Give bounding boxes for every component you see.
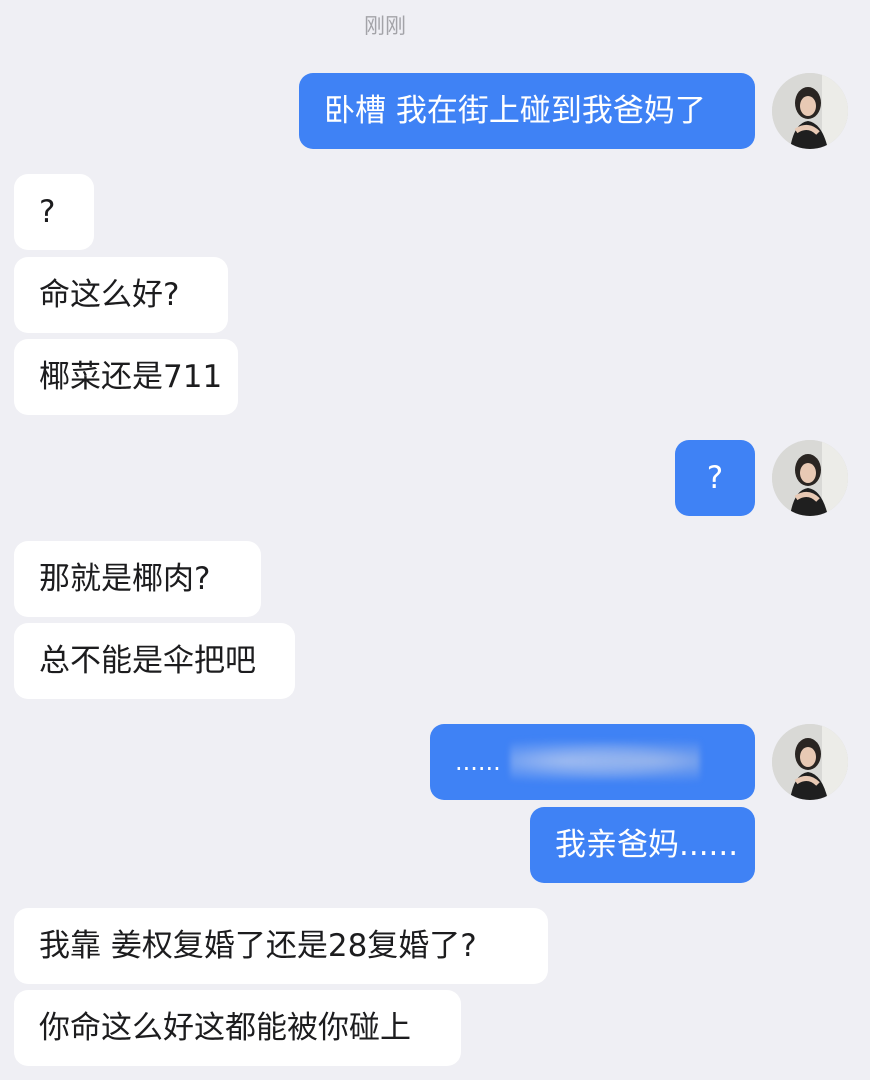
avatar-icon[interactable] <box>772 724 848 800</box>
incoming-message-bubble[interactable]: 那就是椰肉? <box>14 541 261 617</box>
outgoing-message-bubble[interactable]: 我亲爸妈...... <box>530 807 755 883</box>
outgoing-message-bubble[interactable]: ...... <box>430 724 755 800</box>
message-timestamp: 刚刚 <box>364 14 406 38</box>
incoming-message-bubble[interactable]: 我靠 姜权复婚了还是28复婚了? <box>14 908 548 984</box>
outgoing-message-bubble[interactable]: ? <box>675 440 755 516</box>
outgoing-message-bubble[interactable]: 卧槽 我在街上碰到我爸妈了 <box>299 73 755 149</box>
incoming-message-bubble[interactable]: 命这么好? <box>14 257 228 333</box>
incoming-message-bubble[interactable]: 总不能是伞把吧 <box>14 623 295 699</box>
avatar-icon[interactable] <box>772 73 848 149</box>
chat-thread: 刚刚 卧槽 我在街上碰到我爸妈了 ? 命这么好? 椰菜还是711 ? 那就是椰肉… <box>0 0 870 1080</box>
incoming-message-bubble[interactable]: ? <box>14 174 94 250</box>
avatar-icon[interactable] <box>772 440 848 516</box>
incoming-message-bubble[interactable]: 你命这么好这都能被你碰上 <box>14 990 461 1066</box>
incoming-message-bubble[interactable]: 椰菜还是711 <box>14 339 238 415</box>
